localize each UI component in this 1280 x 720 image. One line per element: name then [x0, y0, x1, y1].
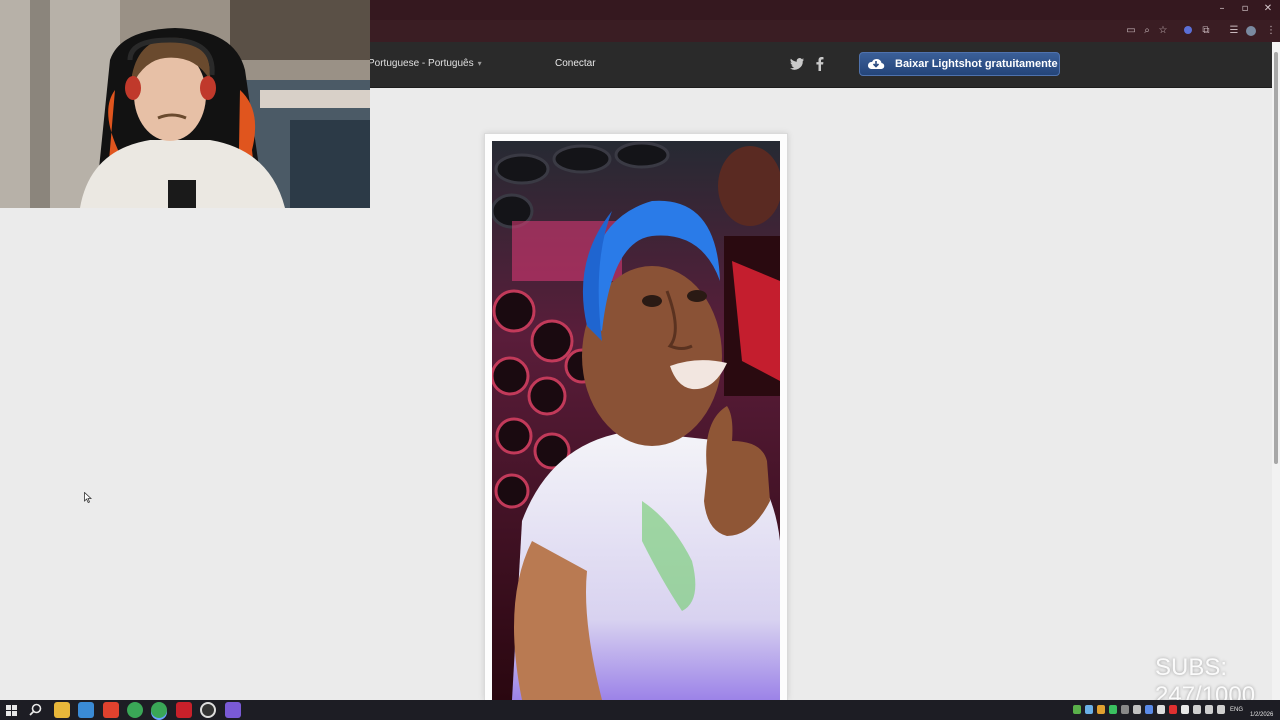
- language-selector[interactable]: Portuguese - Português ▾: [368, 58, 482, 69]
- tray-play-icon[interactable]: [1073, 705, 1081, 714]
- extension-icon[interactable]: [1181, 25, 1195, 37]
- network-icon[interactable]: [1193, 705, 1201, 714]
- menu-list-icon[interactable]: ☰: [1227, 25, 1241, 37]
- volume-icon[interactable]: [1205, 705, 1213, 714]
- tray-usb-icon[interactable]: [1181, 705, 1189, 714]
- tray-steam-icon[interactable]: [1121, 705, 1129, 714]
- restore-button[interactable]: ▫: [1234, 3, 1256, 14]
- windows-start-icon[interactable]: [6, 704, 18, 720]
- tray-folder-icon[interactable]: [1097, 705, 1105, 714]
- webcam-overlay: [0, 0, 370, 208]
- obs-studio-icon[interactable]: [200, 702, 216, 718]
- mouse-cursor-icon: [84, 490, 93, 508]
- tray-discord-icon[interactable]: [1145, 705, 1153, 714]
- screen-share-icon[interactable]: ▭: [1124, 25, 1138, 37]
- download-lightshot-button[interactable]: Baixar Lightshot gratuitamente: [859, 52, 1060, 76]
- tray-app-icon[interactable]: [1085, 705, 1093, 714]
- screenshot-image: [492, 141, 780, 700]
- download-button-label: Baixar Lightshot gratuitamente: [895, 58, 1058, 70]
- mic-icon[interactable]: [1217, 705, 1225, 714]
- store-icon[interactable]: [78, 702, 94, 718]
- twitter-icon[interactable]: [789, 56, 805, 72]
- keyboard-language[interactable]: ENG: [1230, 707, 1243, 713]
- bookmark-star-icon[interactable]: ☆: [1156, 25, 1170, 37]
- profile-avatar-icon[interactable]: [1244, 25, 1258, 37]
- facebook-icon[interactable]: [812, 56, 828, 72]
- scrollbar-thumb[interactable]: [1274, 52, 1278, 464]
- tray-nvidia-icon[interactable]: [1109, 705, 1117, 714]
- taskbar-date[interactable]: 1/2/2026: [1250, 712, 1273, 718]
- browser-menu-icon[interactable]: ⋮: [1264, 25, 1278, 37]
- cloud-download-icon: [867, 57, 885, 79]
- subs-label: SUBS:: [1155, 654, 1228, 681]
- close-button[interactable]: ✕: [1257, 3, 1279, 14]
- chrome-active-icon[interactable]: [151, 702, 167, 718]
- twitch-icon[interactable]: [225, 702, 241, 718]
- chevron-down-icon: ▾: [477, 59, 482, 68]
- search-icon[interactable]: [29, 703, 43, 720]
- chrome-icon[interactable]: [127, 702, 143, 718]
- tray-record-icon[interactable]: [1169, 705, 1177, 714]
- language-label: Portuguese - Português: [368, 58, 474, 69]
- connect-link[interactable]: Conectar: [555, 58, 596, 69]
- extensions-puzzle-icon[interactable]: ⧉: [1199, 25, 1213, 37]
- minimize-button[interactable]: –: [1211, 3, 1233, 14]
- obs-app-icon[interactable]: [176, 702, 192, 718]
- tray-misc-icon[interactable]: [1157, 705, 1165, 714]
- brave-browser-icon[interactable]: [103, 702, 119, 718]
- file-explorer-icon[interactable]: [54, 702, 70, 718]
- zoom-icon[interactable]: ⌕: [1140, 25, 1154, 37]
- tray-settings-icon[interactable]: [1133, 705, 1141, 714]
